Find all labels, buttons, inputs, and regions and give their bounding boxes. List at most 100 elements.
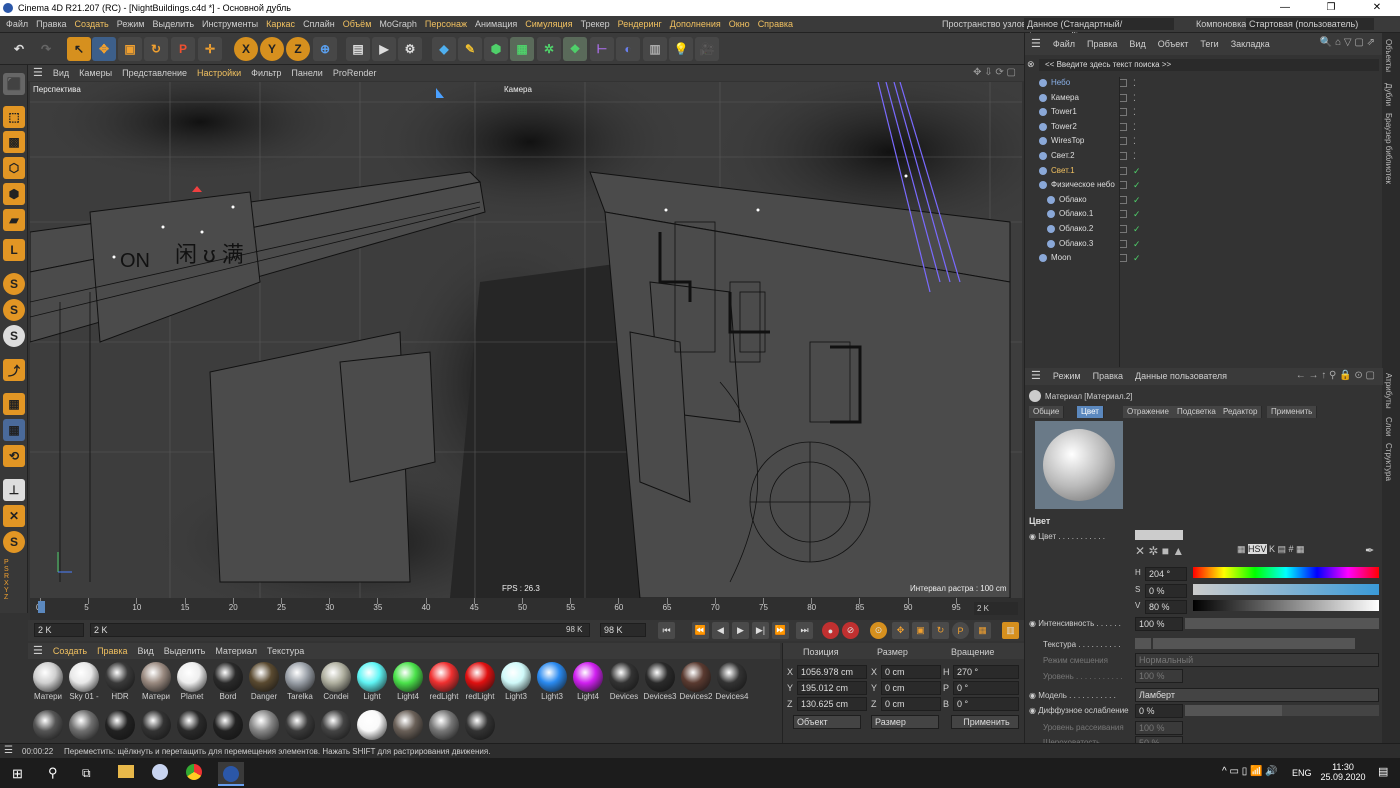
object-row[interactable]: Облако ✓ — [1027, 193, 1381, 207]
visibility-toggle[interactable] — [1119, 225, 1127, 233]
attribute-nav-icons[interactable]: ← → ↑ ⚲ 🔒 ⊙ ▢ — [1296, 370, 1375, 381]
tab-structure[interactable]: Структура — [1384, 443, 1393, 481]
edges-mode-icon[interactable]: ⬢ — [3, 183, 25, 205]
tab-layers[interactable]: Слои — [1384, 417, 1393, 436]
material-swatch[interactable]: HDR — [102, 662, 138, 710]
coord-mode-select[interactable]: Объект — [793, 715, 861, 729]
windows-start-icon[interactable]: ⊞ — [12, 766, 23, 782]
add-icon[interactable]: ✛ — [198, 37, 222, 61]
goto-start-icon[interactable]: ⏮ — [658, 622, 675, 639]
end-frame-field[interactable]: 98 K — [600, 623, 646, 637]
material-swatch[interactable]: Devices2 — [678, 662, 714, 710]
visibility-toggle[interactable] — [1119, 254, 1127, 263]
next-key-icon[interactable]: ⏩ — [772, 622, 789, 639]
visibility-toggle[interactable] — [1119, 195, 1127, 204]
floor-icon[interactable]: ▥ — [643, 37, 667, 61]
material-swatch[interactable] — [30, 710, 66, 740]
locked-workplane-icon[interactable]: ⟲ — [3, 445, 25, 467]
visibility-toggle[interactable] — [1119, 166, 1127, 175]
object-row[interactable]: Свет.2 ⁚ — [1027, 149, 1381, 163]
layout-select[interactable]: Стартовая (пользователь) — [1246, 18, 1374, 30]
viewport-menu-item[interactable]: ProRender — [328, 65, 382, 81]
material-swatch[interactable]: Planet — [174, 662, 210, 710]
node-space-select[interactable]: Данное (Стандартный/Физический) — [1024, 18, 1174, 41]
model-mode-icon[interactable]: ⬚ — [3, 106, 25, 128]
material-swatch[interactable] — [174, 710, 210, 740]
viewport-menu-item[interactable]: Фильтр — [246, 65, 286, 81]
object-name[interactable]: Камера — [1051, 91, 1079, 105]
object-menu-item[interactable]: Закладка — [1225, 33, 1276, 55]
diffuse-level-field[interactable]: 100 % — [1135, 721, 1183, 735]
material-swatch[interactable]: Devices3 — [642, 662, 678, 710]
material-swatch[interactable] — [138, 710, 174, 740]
enabled-check-icon[interactable]: ✓ — [1133, 193, 1141, 207]
material-swatch[interactable]: Danger — [246, 662, 282, 710]
visibility-toggle[interactable] — [1119, 79, 1127, 87]
material-swatch[interactable] — [390, 710, 426, 740]
object-row[interactable]: Moon ✓ — [1027, 251, 1381, 265]
start-frame-field[interactable]: 2 K — [34, 623, 84, 637]
rotation-field[interactable]: 270 ° — [953, 665, 1019, 679]
visibility-toggle[interactable] — [1119, 137, 1127, 146]
material-swatch[interactable] — [354, 710, 390, 740]
size-field[interactable]: 0 cm — [881, 697, 941, 711]
material-preview[interactable] — [1035, 421, 1123, 509]
material-swatch[interactable] — [462, 710, 498, 740]
material-swatch[interactable]: Devices — [606, 662, 642, 710]
taskbar-clock[interactable]: 11:30 25.09.2020 — [1318, 762, 1368, 782]
object-menu-icon[interactable]: ☰ — [1025, 33, 1047, 55]
keyframe-selection-icon[interactable]: ⊙ — [870, 622, 887, 639]
close-button[interactable]: ✕ — [1354, 0, 1400, 16]
workplane-grid-icon[interactable]: ▦ — [3, 419, 25, 441]
attribute-tab[interactable]: Применить — [1267, 406, 1318, 418]
app-taskbar-icon[interactable] — [152, 764, 168, 780]
material-swatch[interactable]: Devices4 — [714, 662, 750, 710]
layer-dots-icon[interactable]: ⁚ — [1133, 105, 1136, 119]
viewport-3d[interactable]: ON 闲 ʊ 满 Перспектива Камера FPS : 26.3 Ин… — [30, 82, 1022, 598]
material-swatch[interactable]: Light3 — [498, 662, 534, 710]
material-swatch[interactable]: Light4 — [570, 662, 606, 710]
material-swatch[interactable]: Light3 — [534, 662, 570, 710]
material-swatch[interactable]: Bord — [210, 662, 246, 710]
search-icon[interactable]: ⚲ — [48, 765, 58, 781]
tab-content-browser[interactable]: Браузер библиотек — [1384, 113, 1393, 184]
visibility-toggle[interactable] — [1119, 93, 1127, 102]
size-field[interactable]: 0 cm — [881, 681, 941, 695]
object-search-icons[interactable]: 🔍 ⌂ ▽ ▢ ⇗ — [1320, 37, 1375, 48]
language-indicator[interactable]: ENG — [1292, 768, 1312, 778]
material-menu-item[interactable]: Выделить — [159, 643, 211, 659]
object-row[interactable]: Физическое небо ✓ — [1027, 178, 1381, 192]
light-icon[interactable]: 💡 — [669, 37, 693, 61]
render-picture-viewer-icon[interactable]: ▶ — [372, 37, 396, 61]
object-name[interactable]: Облако.3 — [1059, 237, 1093, 251]
eyedropper-icon[interactable]: ✒ — [1365, 544, 1374, 557]
menu-item-9[interactable]: MoGraph — [375, 16, 421, 33]
material-menu-item[interactable]: Текстура — [262, 643, 309, 659]
tray-icons[interactable]: ^ ▭ ▯ 📶 🔊 — [1222, 766, 1278, 777]
y-axis-icon[interactable]: Y — [260, 37, 284, 61]
menu-item-14[interactable]: Рендеринг — [614, 16, 666, 33]
material-swatch[interactable] — [102, 710, 138, 740]
cube-icon[interactable]: ◆ — [432, 37, 456, 61]
viewport-nav-icons[interactable]: ✥ ⇩ ⟳ ▢ — [973, 67, 1016, 78]
cloner-icon[interactable]: ✲ — [537, 37, 561, 61]
live-select-icon[interactable]: ↖ — [67, 37, 91, 61]
rotation-field[interactable]: 0 ° — [953, 697, 1019, 711]
intensity-field[interactable]: 100 % — [1135, 617, 1183, 631]
array-icon[interactable]: ▦ — [510, 37, 534, 61]
material-swatch[interactable]: Light4 — [390, 662, 426, 710]
goto-end-icon[interactable]: ⏭ — [796, 622, 813, 639]
visibility-toggle[interactable] — [1119, 152, 1127, 160]
mix-level-field[interactable]: 100 % — [1135, 669, 1183, 683]
snap-settings-icon[interactable]: S — [3, 299, 25, 321]
layer-dots-icon[interactable]: ⁚ — [1133, 91, 1136, 105]
material-swatch[interactable] — [246, 710, 282, 740]
record-icon[interactable]: ● — [822, 622, 839, 639]
material-swatch[interactable]: Condei — [318, 662, 354, 710]
chrome-icon[interactable] — [186, 764, 202, 780]
coord-size-select[interactable]: Размер — [871, 715, 939, 729]
timeline-end-field[interactable]: 2 K — [974, 602, 1018, 615]
object-row[interactable]: Облако.2 ✓ — [1027, 222, 1381, 236]
tweak-icon[interactable]: ⤴ — [3, 359, 25, 381]
material-menu-item[interactable]: Вид — [132, 643, 158, 659]
